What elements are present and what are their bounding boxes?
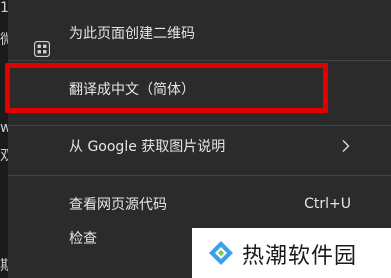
menu-item-view-source[interactable]: 查看网页源代码 Ctrl+U bbox=[8, 187, 391, 221]
menu-divider bbox=[8, 175, 391, 176]
menu-item-label: 检查 bbox=[69, 231, 97, 247]
menu-divider bbox=[8, 125, 391, 126]
menu-divider bbox=[8, 60, 391, 61]
chevron-right-icon bbox=[342, 139, 350, 153]
watermark-logo-icon bbox=[209, 241, 233, 265]
background-page-strip: 1 微 w 双 期测 bbox=[0, 0, 10, 278]
highlight-annotation-box bbox=[5, 63, 328, 113]
menu-item-label: 为此页面创建二维码 bbox=[69, 26, 195, 42]
watermark-text: 热潮软件园 bbox=[242, 244, 358, 269]
menu-item-label: 从 Google 获取图片说明 bbox=[69, 139, 226, 155]
qr-code-icon bbox=[34, 41, 50, 57]
keyboard-shortcut: Ctrl+U bbox=[304, 196, 351, 212]
menu-item-image-description[interactable]: 从 Google 获取图片说明 bbox=[8, 129, 391, 163]
watermark: 热潮软件园 bbox=[192, 228, 391, 278]
menu-item-create-qr[interactable]: 为此页面创建二维码 bbox=[8, 16, 391, 57]
menu-item-label: 查看网页源代码 bbox=[69, 197, 167, 213]
